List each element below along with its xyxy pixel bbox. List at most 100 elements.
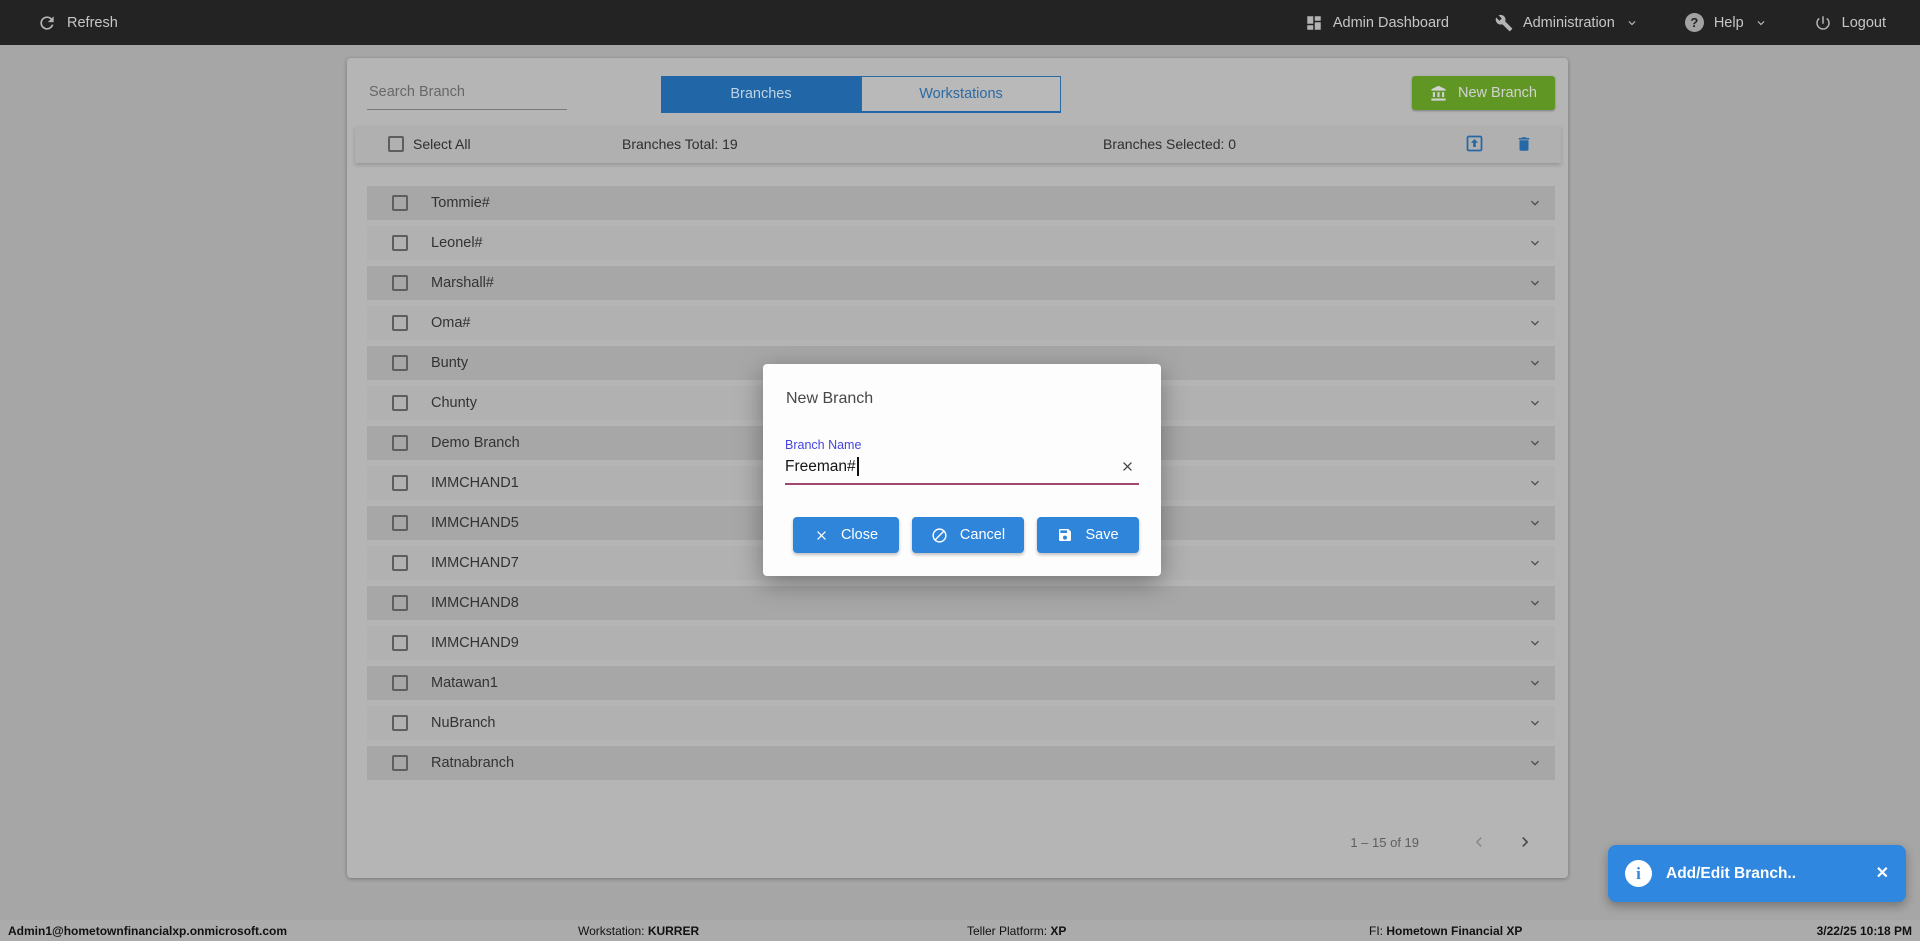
financial-institution-info: FI: Hometown Financial XP — [1369, 924, 1523, 938]
branch-row[interactable]: NuBranch — [367, 703, 1555, 743]
cancel-button[interactable]: Cancel — [912, 517, 1024, 553]
branch-checkbox[interactable] — [392, 715, 408, 731]
help-menu[interactable]: ? Help — [1684, 13, 1768, 32]
toast-close-icon[interactable]: ✕ — [1876, 865, 1889, 882]
branch-checkbox[interactable] — [392, 515, 408, 531]
branch-name: Chunty — [431, 395, 477, 411]
refresh-button[interactable]: Refresh — [37, 13, 118, 33]
new-branch-dialog: New Branch Branch Name Freeman# Close Ca… — [763, 364, 1161, 576]
chevron-down-icon[interactable] — [1527, 435, 1543, 451]
chevron-down-icon[interactable] — [1527, 315, 1543, 331]
new-branch-button[interactable]: New Branch — [1412, 76, 1555, 110]
toast-message: Add/Edit Branch.. — [1666, 864, 1797, 882]
chevron-down-icon[interactable] — [1527, 595, 1543, 611]
branch-name: Bunty — [431, 355, 469, 371]
chevron-down-icon[interactable] — [1527, 635, 1543, 651]
branch-row[interactable]: Tommie# — [367, 183, 1555, 223]
branch-name: IMMCHAND9 — [431, 635, 519, 651]
chevron-down-icon[interactable] — [1527, 475, 1543, 491]
logout-label: Logout — [1841, 14, 1886, 31]
select-all-checkbox[interactable] — [388, 136, 404, 152]
chevron-down-icon[interactable] — [1527, 675, 1543, 691]
tab-workstations[interactable]: Workstations — [861, 76, 1061, 111]
branch-checkbox[interactable] — [392, 275, 408, 291]
branch-row[interactable]: Ratnabranch — [367, 743, 1555, 783]
administration-menu[interactable]: Administration — [1495, 14, 1639, 32]
chevron-down-icon[interactable] — [1527, 555, 1543, 571]
chevron-down-icon[interactable] — [1527, 755, 1543, 771]
toast-notification: i Add/Edit Branch.. ✕ — [1608, 845, 1906, 902]
branch-name-value: Freeman# — [785, 457, 856, 475]
branch-row[interactable]: Oma# — [367, 303, 1555, 343]
branch-checkbox[interactable] — [392, 355, 408, 371]
branch-checkbox[interactable] — [392, 315, 408, 331]
cancel-label: Cancel — [959, 527, 1006, 543]
branch-name: NuBranch — [431, 715, 496, 731]
close-button[interactable]: Close — [793, 517, 899, 553]
branch-name: Tommie# — [431, 195, 490, 211]
admin-dashboard-label: Admin Dashboard — [1332, 14, 1449, 31]
branch-name: Demo Branch — [431, 435, 520, 451]
chevron-right-icon[interactable] — [1515, 832, 1535, 852]
chevron-down-icon[interactable] — [1527, 195, 1543, 211]
info-icon: i — [1625, 860, 1652, 887]
chevron-down-icon[interactable] — [1527, 395, 1543, 411]
cancel-icon — [931, 527, 948, 544]
branch-checkbox[interactable] — [392, 395, 408, 411]
chevron-down-icon[interactable] — [1527, 235, 1543, 251]
close-label: Close — [840, 527, 879, 543]
chevron-down-icon[interactable] — [1527, 275, 1543, 291]
select-all-label: Select All — [413, 136, 471, 152]
branch-row[interactable]: Matawan1 — [367, 663, 1555, 703]
text-cursor — [856, 457, 859, 476]
save-label: Save — [1085, 527, 1119, 543]
tab-bar: Branches Workstations — [661, 76, 1061, 113]
pagination-range: 1 – 15 of 19 — [1350, 834, 1419, 850]
branch-row[interactable]: Leonel# — [367, 223, 1555, 263]
wrench-icon — [1495, 14, 1513, 32]
datetime: 3/22/25 10:18 PM — [1816, 924, 1912, 938]
chevron-down-icon[interactable] — [1527, 515, 1543, 531]
branch-checkbox[interactable] — [392, 195, 408, 211]
admin-dashboard-menu[interactable]: Admin Dashboard — [1305, 14, 1449, 32]
chevron-down-icon — [1625, 16, 1639, 30]
branch-checkbox[interactable] — [392, 675, 408, 691]
chevron-down-icon — [1754, 16, 1768, 30]
branch-checkbox[interactable] — [392, 635, 408, 651]
branches-selected: Branches Selected: 0 — [1103, 136, 1237, 152]
tab-branches[interactable]: Branches — [661, 76, 861, 111]
teller-platform-info: Teller Platform: XP — [967, 924, 1067, 938]
help-label: Help — [1713, 14, 1744, 31]
branch-row[interactable]: IMMCHAND8 — [367, 583, 1555, 623]
branch-row[interactable]: Marshall# — [367, 263, 1555, 303]
chevron-left-icon[interactable] — [1469, 832, 1489, 852]
branch-checkbox[interactable] — [392, 475, 408, 491]
branch-checkbox[interactable] — [392, 235, 408, 251]
search-input[interactable] — [367, 80, 567, 110]
save-icon — [1057, 527, 1073, 543]
branch-name-label: Branch Name — [785, 438, 862, 452]
status-bar: Admin1@hometownfinancialxp.onmicrosoft.c… — [0, 920, 1920, 941]
dialog-title: New Branch — [786, 390, 874, 407]
branch-row[interactable]: IMMCHAND9 — [367, 623, 1555, 663]
branch-name: IMMCHAND1 — [431, 475, 519, 491]
branch-name-input[interactable]: Freeman# — [785, 457, 859, 476]
branch-checkbox[interactable] — [392, 595, 408, 611]
export-icon[interactable] — [1464, 133, 1485, 154]
branch-checkbox[interactable] — [392, 755, 408, 771]
chevron-down-icon[interactable] — [1527, 355, 1543, 371]
clear-input-icon[interactable] — [1120, 459, 1135, 474]
save-button[interactable]: Save — [1037, 517, 1139, 553]
trash-icon[interactable] — [1515, 134, 1533, 154]
branch-checkbox[interactable] — [392, 555, 408, 571]
logout-button[interactable]: Logout — [1814, 14, 1886, 32]
top-bar: Refresh Admin Dashboard Administration ?… — [0, 0, 1920, 45]
branch-checkbox[interactable] — [392, 435, 408, 451]
power-icon — [1814, 14, 1832, 32]
list-header-bar: Select All Branches Total: 19 Branches S… — [355, 126, 1561, 163]
branch-name: Matawan1 — [431, 675, 498, 691]
refresh-label: Refresh — [67, 14, 118, 31]
help-icon: ? — [1684, 13, 1704, 32]
chevron-down-icon[interactable] — [1527, 715, 1543, 731]
workstation-info: Workstation: KURRER — [578, 924, 700, 938]
